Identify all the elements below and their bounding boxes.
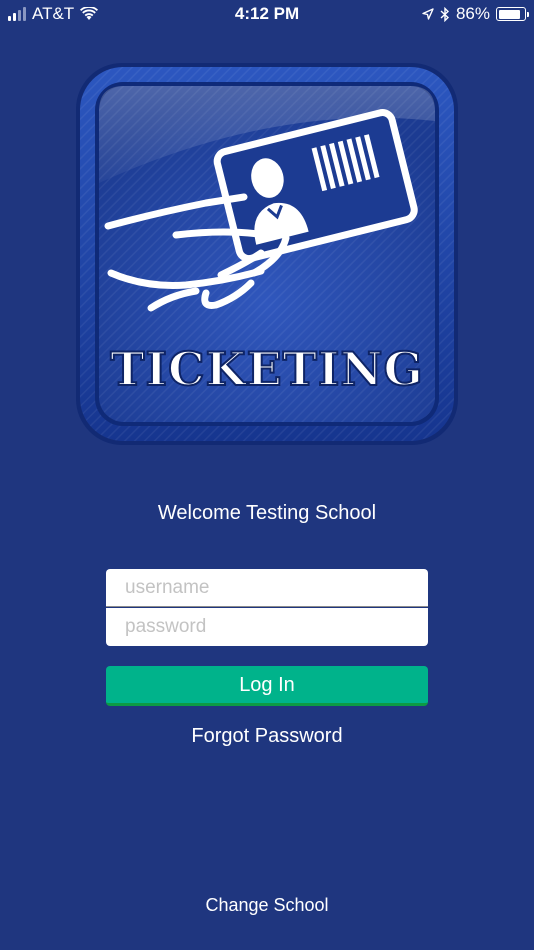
welcome-text: Welcome Testing School (157, 502, 377, 524)
ticketing-logo: TICKETING (76, 63, 458, 445)
battery-icon (496, 7, 529, 21)
location-arrow-icon (422, 8, 434, 20)
status-right: 86% (422, 4, 529, 24)
logo-text: TICKETING (110, 342, 423, 396)
password-field[interactable] (106, 608, 428, 646)
ticket-card-in-hand-icon: TICKETING (76, 63, 458, 445)
status-bar: AT&T 4:12 PM 86% (0, 0, 534, 28)
forgot-password-link[interactable]: Forgot Password (0, 725, 534, 748)
username-field[interactable] (106, 569, 428, 607)
battery-percent: 86% (455, 4, 490, 23)
login-button[interactable]: Log In (106, 666, 428, 706)
bluetooth-icon (440, 6, 449, 22)
change-school-link[interactable]: Change School (0, 895, 534, 916)
